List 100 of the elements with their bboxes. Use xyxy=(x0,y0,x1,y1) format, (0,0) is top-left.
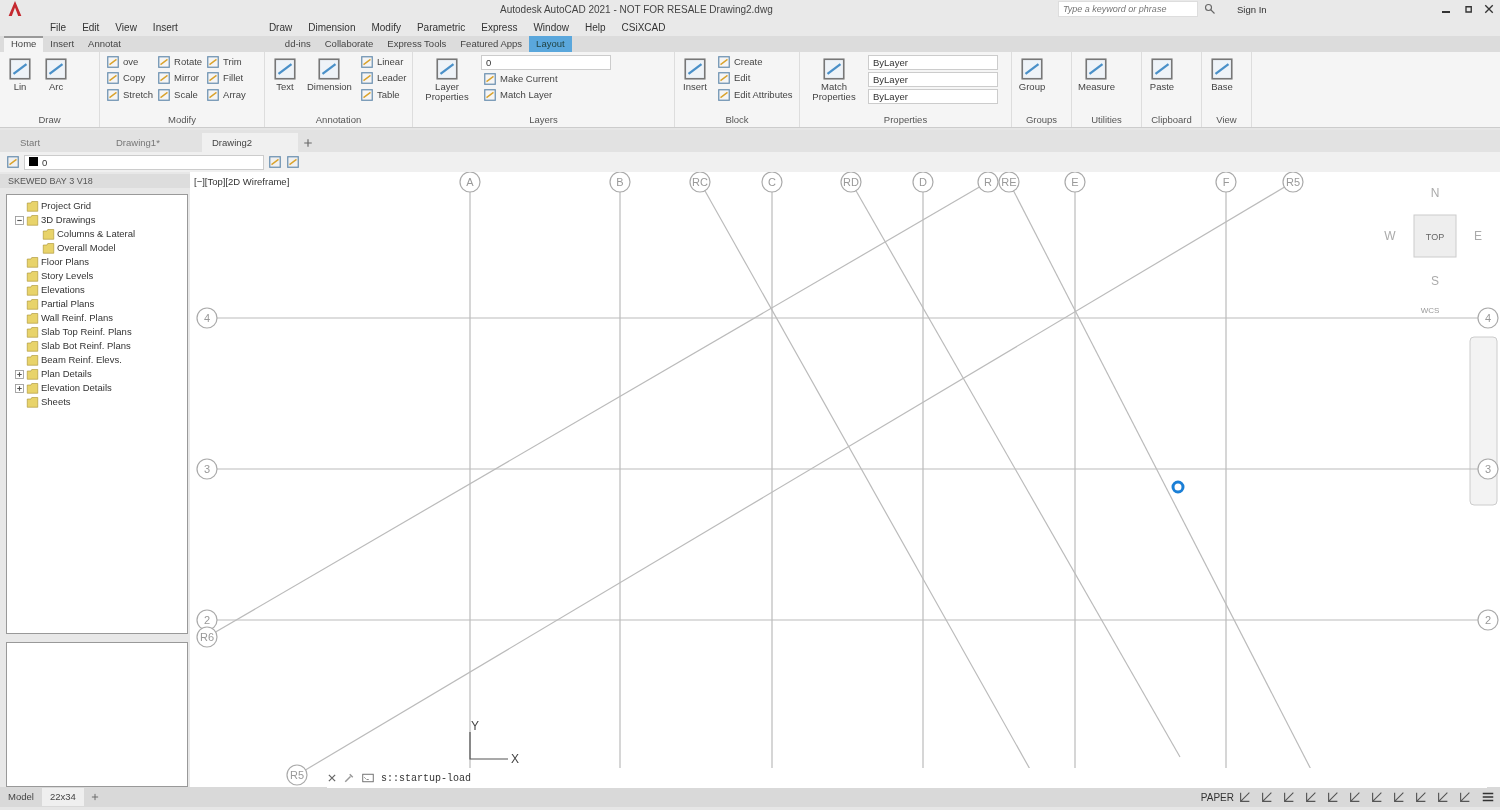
panel-title[interactable]: Draw xyxy=(4,113,95,127)
ribbon-button[interactable]: Dimension xyxy=(305,54,354,113)
ribbon-tab[interactable]: Featured Apps xyxy=(453,36,530,52)
menu-item[interactable]: View xyxy=(107,17,145,36)
panel-title[interactable]: Groups xyxy=(1016,113,1067,127)
expander-icon[interactable] xyxy=(15,215,24,225)
menu-item[interactable]: Parametric xyxy=(408,17,474,36)
ribbon-button[interactable]: Edit xyxy=(715,70,795,87)
ribbon-button[interactable]: Text xyxy=(269,54,301,113)
tree-item[interactable]: 3D Drawings xyxy=(41,212,96,228)
tree-item[interactable]: Partial Plans xyxy=(41,296,95,312)
document-tab[interactable]: Start xyxy=(10,133,106,152)
ribbon-button[interactable]: Array xyxy=(204,86,248,103)
layer-name: 0 xyxy=(42,156,48,168)
ribbon-button[interactable]: Linear xyxy=(357,54,409,71)
dropdown-field[interactable]: ByLayer xyxy=(868,72,998,87)
ribbon-button[interactable]: Rotate xyxy=(155,54,205,71)
paper-mode-toggle[interactable]: PAPER xyxy=(1200,789,1234,805)
tree-item[interactable]: Overall Model xyxy=(57,240,116,256)
document-tab[interactable]: Drawing1* xyxy=(106,133,202,152)
tree-item[interactable]: Sheets xyxy=(41,394,71,410)
panel-title[interactable]: Annotation xyxy=(269,113,408,127)
menu-item[interactable]: Insert xyxy=(144,17,186,36)
ribbon-button[interactable]: Insert xyxy=(679,54,711,113)
sheet-tab[interactable]: 22x34 xyxy=(41,787,84,807)
ribbon-tab[interactable]: dd-ins xyxy=(277,36,318,52)
tree-item[interactable]: Plan Details xyxy=(41,366,92,382)
expander-icon[interactable] xyxy=(15,369,24,379)
expander-icon[interactable] xyxy=(15,383,24,393)
panel-title[interactable]: Modify xyxy=(104,113,260,127)
ribbon-tab[interactable]: Home xyxy=(4,36,44,52)
view-cube[interactable]: TOP xyxy=(1413,214,1457,258)
tree-item[interactable]: Floor Plans xyxy=(41,254,90,270)
dropdown-field[interactable]: ByLayer xyxy=(868,55,998,70)
tool-icon xyxy=(1018,56,1046,82)
tree-item[interactable]: Slab Top Reinf. Plans xyxy=(41,324,132,340)
ribbon-button[interactable]: Table xyxy=(357,86,409,103)
sheet-tab[interactable]: Model xyxy=(0,787,42,807)
command-input[interactable]: s::startup-load xyxy=(381,770,471,786)
ribbon-tab[interactable]: Collaborate xyxy=(317,36,381,52)
ribbon-button[interactable]: Layer Properties xyxy=(417,54,477,113)
ribbon-button[interactable]: ove xyxy=(104,54,156,71)
menu-item[interactable]: Express xyxy=(473,17,526,36)
panel-title[interactable]: Properties xyxy=(804,113,1007,127)
ribbon-button[interactable]: Fillet xyxy=(204,70,248,87)
ribbon-button[interactable]: Match Properties xyxy=(804,54,864,113)
menu-item[interactable]: Help xyxy=(577,17,614,36)
panel-title[interactable]: Block xyxy=(679,113,795,127)
tree-item[interactable]: Slab Bot Reinf. Plans xyxy=(41,338,131,354)
menu-item[interactable]: Modify xyxy=(363,17,409,36)
menu-item[interactable]: File xyxy=(42,17,75,36)
ribbon-button[interactable]: Base xyxy=(1206,54,1238,113)
ribbon-button[interactable]: Make Current xyxy=(481,71,611,88)
document-tab[interactable]: Drawing2 xyxy=(202,133,298,152)
menu-item[interactable]: Draw xyxy=(260,17,301,36)
panel-title[interactable]: View xyxy=(1206,113,1247,127)
folder-icon xyxy=(26,382,39,394)
menu-item[interactable]: Dimension xyxy=(300,17,364,36)
ribbon-button[interactable]: Mirror xyxy=(155,70,205,87)
ribbon-button[interactable]: Measure xyxy=(1076,54,1117,113)
menu-item[interactable]: Edit xyxy=(74,17,108,36)
tree-item[interactable]: Elevations xyxy=(41,282,85,298)
ribbon-button[interactable]: Group xyxy=(1016,54,1048,113)
ribbon-button[interactable]: Match Layer xyxy=(481,87,611,104)
ribbon-tab[interactable]: Layout xyxy=(529,36,572,52)
ribbon-button[interactable]: Lin xyxy=(4,54,36,113)
dropdown-field[interactable]: 0 xyxy=(481,55,611,70)
layer-dropdown[interactable]: 0 xyxy=(24,154,264,170)
tree-item[interactable]: Project Grid xyxy=(41,198,92,214)
ribbon-button[interactable]: Arc xyxy=(40,54,72,113)
grid-bubble: E xyxy=(1064,172,1086,193)
ribbon-button[interactable]: Paste xyxy=(1146,54,1178,113)
menu-item[interactable]: CSiXCAD xyxy=(613,17,674,36)
ribbon-tab[interactable]: Annotat xyxy=(81,36,128,52)
tool-icon xyxy=(359,55,374,70)
panel-title[interactable]: Utilities xyxy=(1076,113,1137,127)
tree-item[interactable]: Beam Reinf. Elevs. xyxy=(41,352,122,368)
ribbon-button[interactable]: Trim xyxy=(204,54,248,71)
tree-item[interactable]: Columns & Lateral xyxy=(57,226,136,242)
search-field[interactable]: Type a keyword or phrase xyxy=(1058,1,1198,17)
ribbon-tab[interactable]: Express Tools xyxy=(380,36,454,52)
panel-title[interactable]: Clipboard xyxy=(1146,113,1197,127)
tool-icon xyxy=(433,56,461,82)
wcs-label: WCS xyxy=(1420,306,1440,315)
tree-item[interactable]: Elevation Details xyxy=(41,380,112,396)
wrench-icon xyxy=(343,772,355,784)
ribbon-button[interactable]: Leader xyxy=(357,70,409,87)
menu-item[interactable]: Window xyxy=(525,17,577,36)
dropdown-field[interactable]: ByLayer xyxy=(868,89,998,104)
sign-in-link[interactable]: Sign In xyxy=(1237,3,1267,18)
panel-title[interactable]: Layers xyxy=(417,113,670,127)
tree-item[interactable]: Wall Reinf. Plans xyxy=(41,310,113,326)
ribbon-button[interactable]: Scale xyxy=(155,86,205,103)
ribbon-button[interactable]: Create xyxy=(715,54,795,71)
ribbon-button[interactable]: Stretch xyxy=(104,86,156,103)
ribbon-button[interactable]: Copy xyxy=(104,70,156,87)
tree-item[interactable]: Story Levels xyxy=(41,268,94,284)
viewport-label[interactable]: [−][Top][2D Wireframe] xyxy=(194,175,290,190)
ribbon-tab[interactable]: Insert xyxy=(43,36,82,52)
ribbon-button[interactable]: Edit Attributes xyxy=(715,86,795,103)
